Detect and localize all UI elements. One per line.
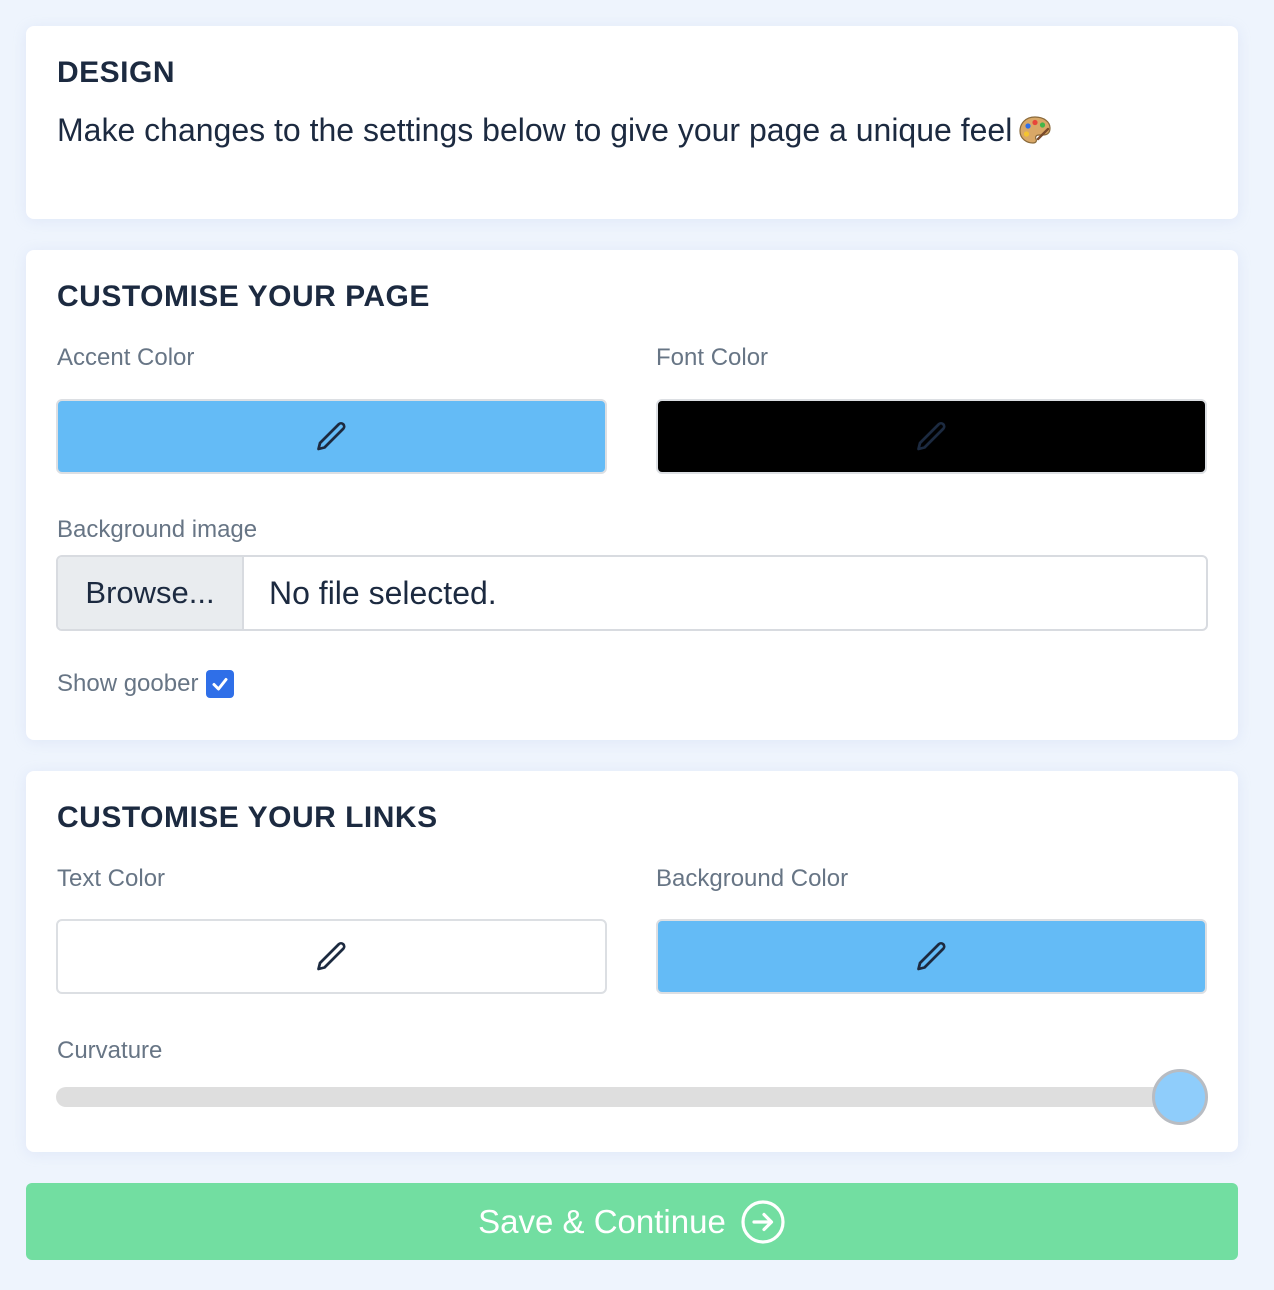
customise-links-card: CUSTOMISE YOUR LINKS Text Color Backgrou… — [26, 771, 1238, 1152]
text-color-picker[interactable] — [56, 919, 607, 994]
file-status-text: No file selected. — [269, 574, 497, 611]
show-goober-checkbox[interactable] — [206, 670, 235, 698]
curvature-label: Curvature — [57, 1037, 163, 1064]
design-settings-page: DESIGN Make changes to the settings belo… — [0, 0, 1274, 1290]
show-goober-row: Show goober — [57, 670, 235, 698]
design-card: DESIGN Make changes to the settings belo… — [26, 26, 1238, 219]
customise-links-title: CUSTOMISE YOUR LINKS — [57, 801, 438, 834]
pencil-icon — [316, 941, 346, 970]
accent-color-picker[interactable] — [56, 399, 607, 474]
design-subtitle: Make changes to the settings below to gi… — [57, 112, 1052, 149]
pencil-icon — [316, 421, 346, 450]
customise-page-title: CUSTOMISE YOUR PAGE — [57, 280, 430, 313]
design-title: DESIGN — [57, 56, 176, 89]
palette-icon — [1019, 116, 1051, 144]
font-color-picker[interactable] — [656, 399, 1207, 474]
background-color-picker[interactable] — [656, 919, 1207, 994]
show-goober-label: Show goober — [57, 670, 199, 697]
text-color-label: Text Color — [57, 865, 166, 892]
checkmark-icon — [212, 678, 228, 691]
accent-color-label: Accent Color — [57, 344, 195, 371]
arrow-right-circle-icon — [741, 1199, 785, 1244]
pencil-icon — [916, 421, 946, 450]
curvature-slider-track[interactable] — [56, 1087, 1206, 1107]
customise-page-card: CUSTOMISE YOUR PAGE Accent Color Font Co… — [26, 250, 1238, 740]
browse-button[interactable]: Browse... — [58, 557, 244, 629]
design-subtitle-text: Make changes to the settings below to gi… — [57, 112, 1013, 148]
pencil-icon — [916, 941, 946, 970]
save-continue-button[interactable]: Save & Continue — [26, 1183, 1238, 1260]
save-continue-label: Save & Continue — [478, 1202, 726, 1240]
background-color-label: Background Color — [656, 865, 849, 892]
curvature-slider-thumb[interactable] — [1152, 1069, 1208, 1125]
background-image-file-input[interactable]: Browse... No file selected. — [56, 555, 1208, 631]
font-color-label: Font Color — [656, 344, 769, 371]
background-image-label: Background image — [57, 516, 258, 543]
